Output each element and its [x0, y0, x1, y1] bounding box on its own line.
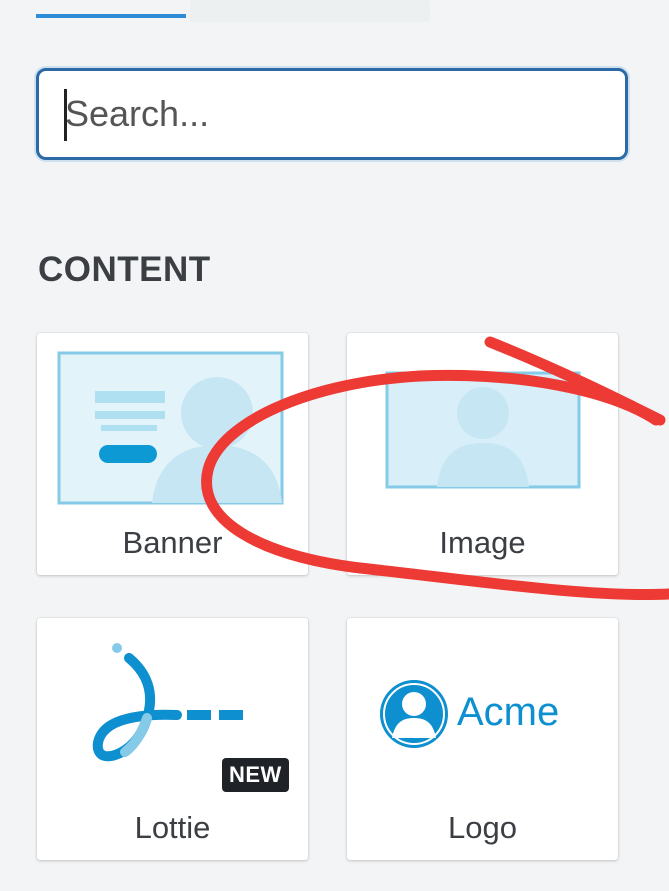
active-tab-indicator: [36, 14, 186, 18]
section-title-content: CONTENT: [38, 250, 211, 289]
background-tab-row: [190, 0, 430, 22]
widget-label-banner: Banner: [122, 525, 223, 560]
widget-label-logo: Logo: [448, 810, 517, 845]
widget-card-banner[interactable]: Banner: [37, 333, 308, 575]
new-badge: NEW: [222, 758, 289, 792]
widget-card-image[interactable]: Image: [347, 333, 618, 575]
widget-label-image: Image: [439, 525, 526, 560]
widget-label-lottie: Lottie: [134, 810, 211, 845]
widget-card-logo[interactable]: Acme Logo: [347, 618, 618, 860]
logo-text: Acme: [457, 690, 560, 734]
widget-card-lottie[interactable]: NEW Lottie: [37, 618, 308, 860]
search-input[interactable]: [39, 71, 625, 157]
search-field[interactable]: [36, 68, 628, 160]
text-caret: [64, 89, 67, 141]
